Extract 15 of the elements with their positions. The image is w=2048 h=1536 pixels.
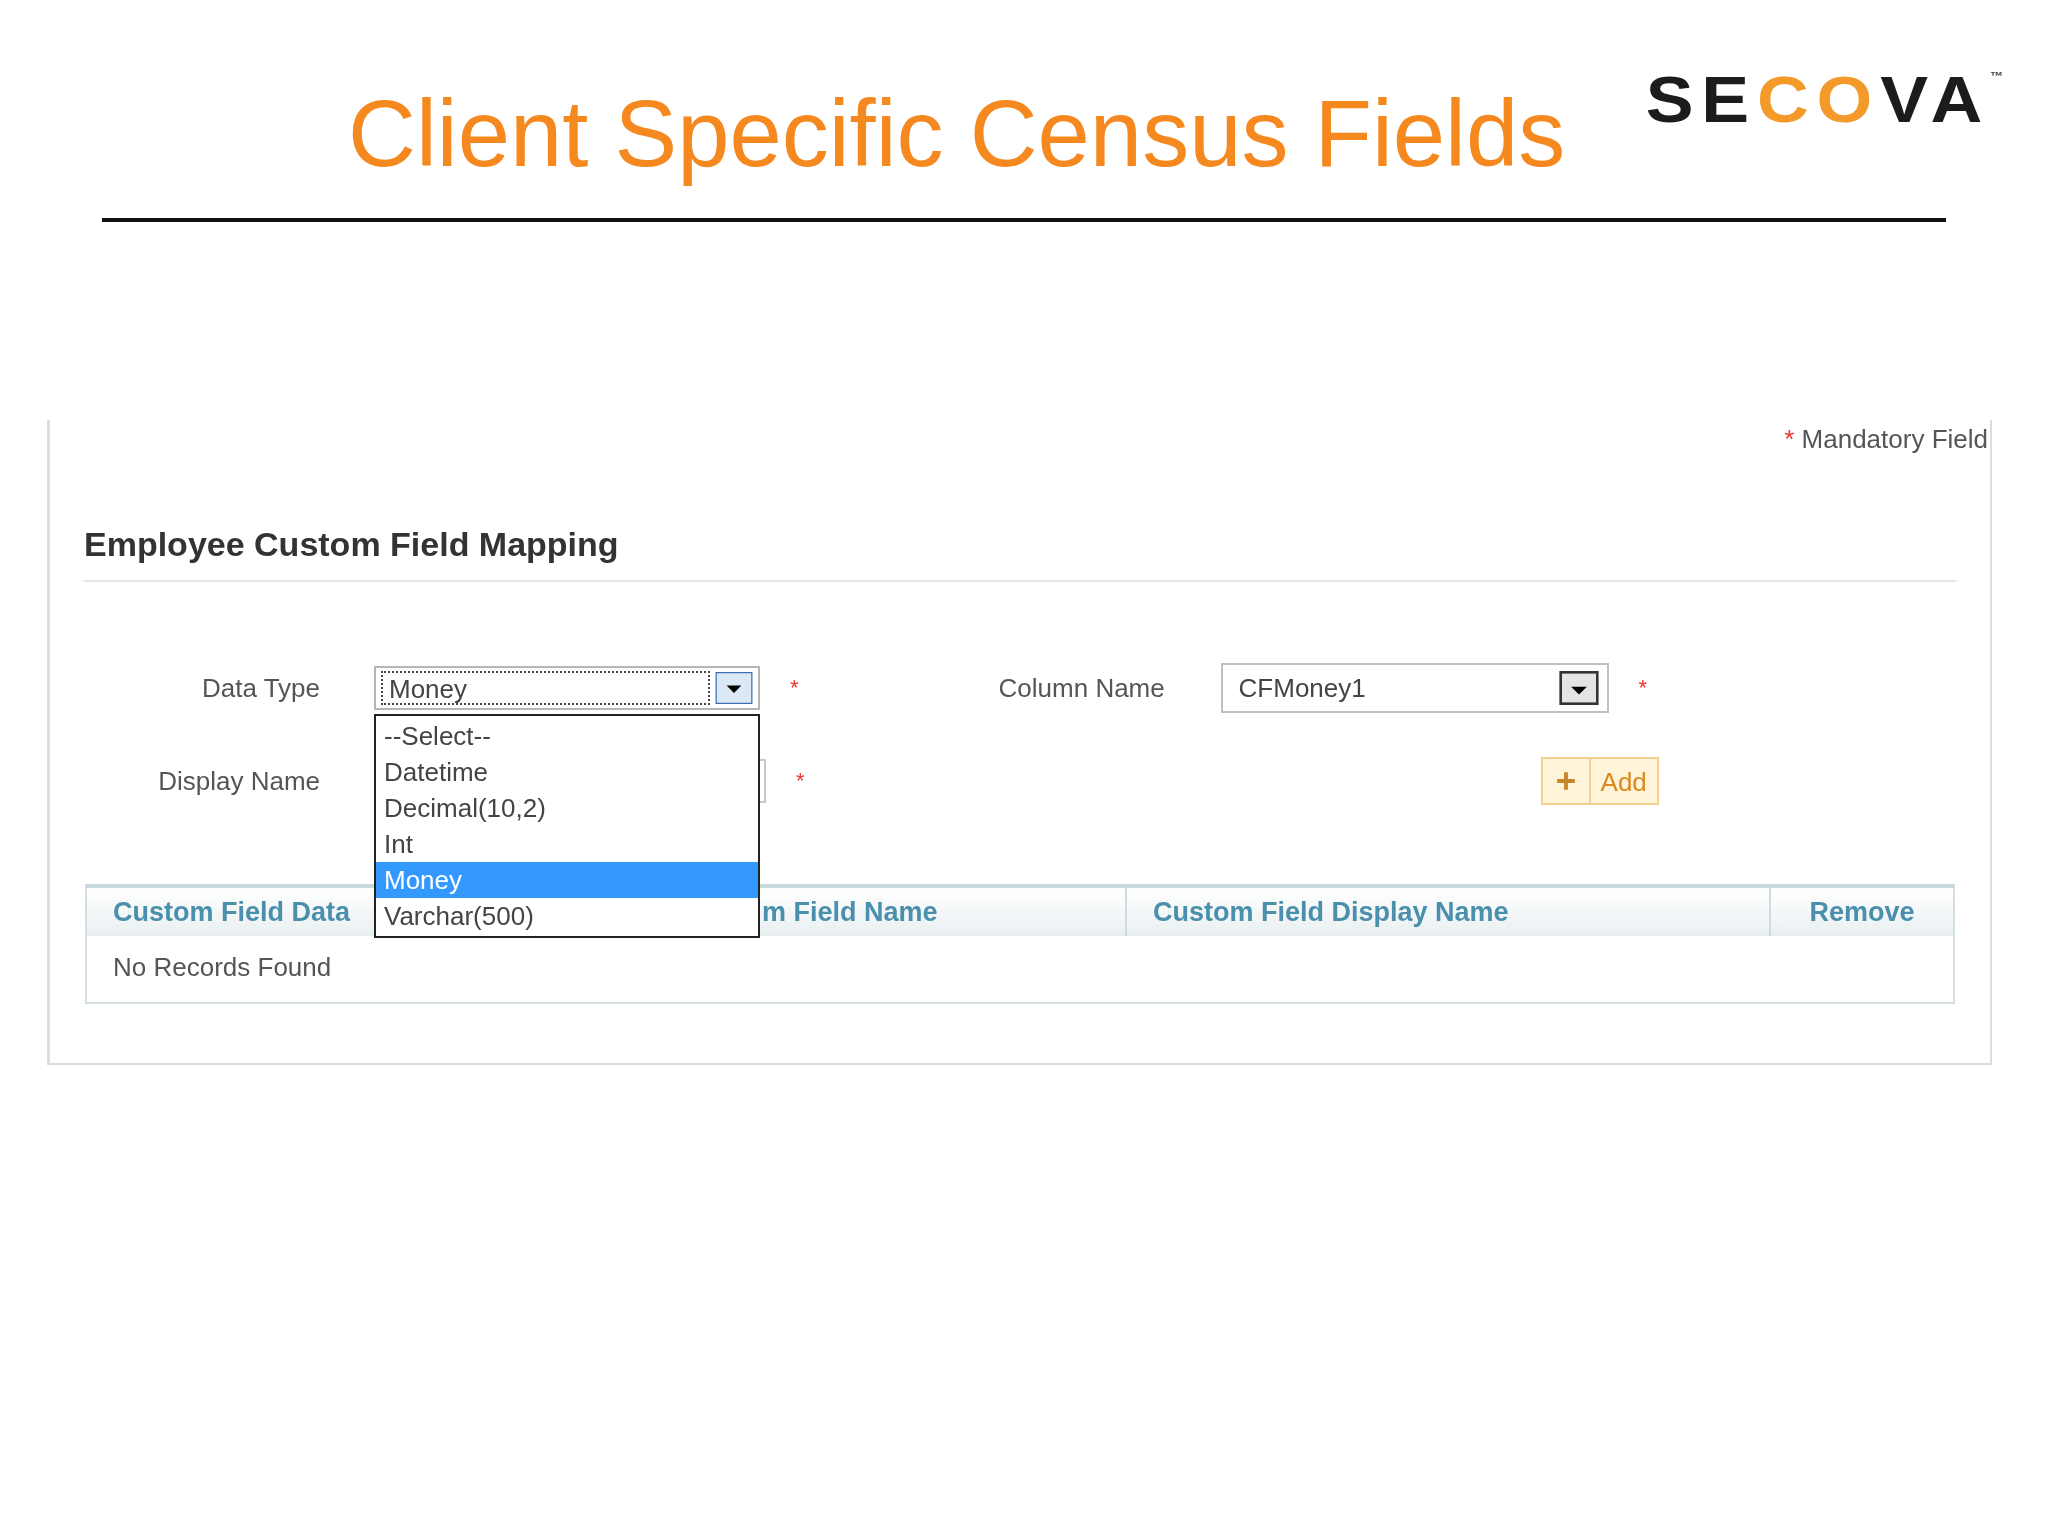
logo: SE COVA$^{™}$ bbox=[1646, 68, 2004, 132]
column-header: Custom Field Data bbox=[113, 897, 351, 927]
field-label: Data Type bbox=[200, 672, 320, 704]
field-label: Display Name bbox=[157, 765, 320, 797]
column-header: Remove bbox=[1809, 897, 1915, 927]
field-label: Column Name bbox=[998, 672, 1166, 704]
empty-message: No Records Found bbox=[112, 951, 332, 983]
slide-title: Client Specific Census Fields bbox=[348, 82, 1566, 186]
mandatory-note: * Mandatory Field bbox=[1784, 423, 1989, 455]
required-mark: * bbox=[790, 675, 799, 701]
column-header: m Field Name bbox=[762, 897, 938, 927]
section-heading: Employee Custom Field Mapping bbox=[84, 525, 1956, 582]
required-mark: * bbox=[796, 768, 805, 794]
required-mark: * bbox=[1638, 675, 1648, 701]
column-header: Custom Field Display Name bbox=[1153, 897, 1509, 927]
